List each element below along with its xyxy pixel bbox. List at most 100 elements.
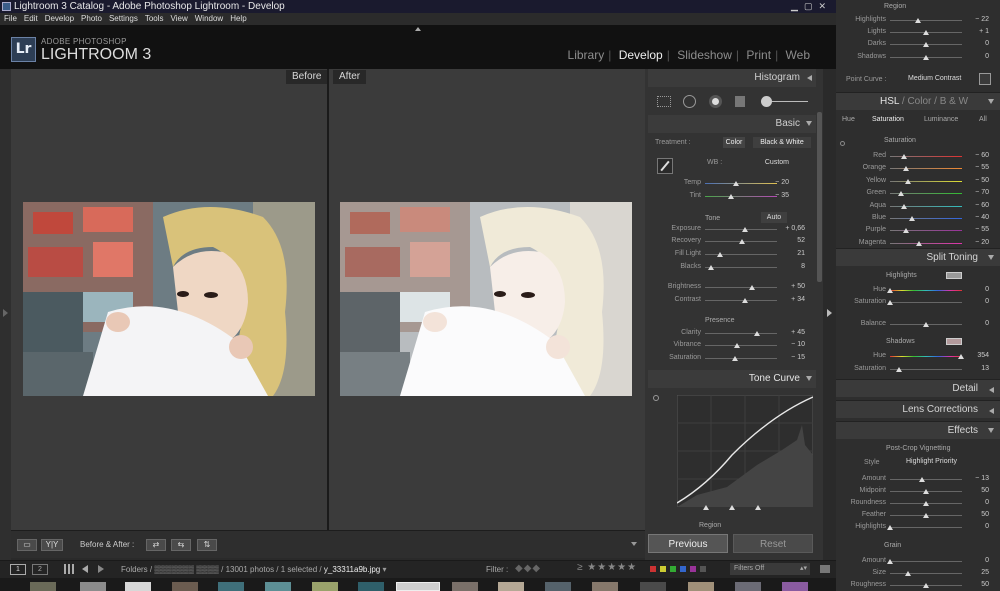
- loupe-view-button[interactable]: ▭: [17, 539, 37, 551]
- rc-highlights-slider-track[interactable]: [890, 20, 962, 21]
- contrast-slider-track[interactable]: [705, 300, 777, 301]
- film-thumb[interactable]: [265, 582, 291, 591]
- menu-help[interactable]: Help: [230, 14, 246, 23]
- monitor-1-button[interactable]: 1: [10, 564, 26, 575]
- balance-slider-thumb[interactable]: [923, 322, 929, 327]
- curve-split-1[interactable]: [703, 505, 709, 510]
- basic-header[interactable]: Basic: [648, 115, 816, 133]
- brightness-value[interactable]: + 50: [773, 283, 805, 290]
- module-web[interactable]: Web: [786, 48, 810, 62]
- highlights-swatch[interactable]: [946, 272, 962, 279]
- vibrance-slider-track[interactable]: [705, 345, 777, 346]
- feather-value[interactable]: 50: [957, 511, 989, 518]
- panel-scrollbar[interactable]: [817, 112, 822, 282]
- st-sat-slider-track[interactable]: [890, 302, 962, 303]
- point-curve-value[interactable]: Medium Contrast: [908, 75, 961, 82]
- film-thumb[interactable]: [498, 582, 524, 591]
- hsl-aqua-value[interactable]: − 60: [957, 202, 989, 209]
- g-amount-slider-track[interactable]: [890, 561, 962, 562]
- color-tab[interactable]: Color: [907, 96, 931, 107]
- tab-luminance[interactable]: Luminance: [924, 113, 958, 127]
- g-amount-slider-thumb[interactable]: [887, 559, 893, 564]
- rc-highlights-value[interactable]: − 22: [957, 16, 989, 23]
- back-arrow-icon[interactable]: [82, 565, 88, 573]
- st-hue-slider-thumb[interactable]: [887, 288, 893, 293]
- hsl-green-value[interactable]: − 70: [957, 189, 989, 196]
- saturation-slider-thumb[interactable]: [732, 356, 739, 361]
- saturation-value[interactable]: − 15: [773, 354, 805, 361]
- hsl-orange-slider-track[interactable]: [890, 168, 962, 170]
- g-size-value[interactable]: 25: [957, 569, 989, 576]
- recovery-slider-thumb[interactable]: [739, 239, 746, 244]
- fill-slider-track[interactable]: [705, 254, 777, 255]
- style-value[interactable]: Highlight Priority: [906, 458, 957, 465]
- film-thumb[interactable]: [782, 582, 808, 591]
- exposure-slider-thumb[interactable]: [741, 227, 748, 232]
- adjustment-brush-icon[interactable]: [761, 96, 772, 107]
- menu-window[interactable]: Window: [195, 14, 223, 23]
- flag-filter-icons[interactable]: ◆◆◆: [515, 563, 541, 574]
- film-thumb[interactable]: [80, 582, 106, 591]
- hsl-green-slider-thumb[interactable]: [897, 191, 904, 197]
- detail-header[interactable]: Detail: [836, 379, 1000, 397]
- hsl-orange-value[interactable]: − 55: [957, 164, 989, 171]
- star-rating-filter[interactable]: ≥ ★★★★★: [577, 562, 637, 573]
- g-rough-value[interactable]: 50: [957, 581, 989, 588]
- treatment-bw[interactable]: Black & White: [753, 137, 811, 148]
- lens-header[interactable]: Lens Corrections: [836, 400, 1000, 418]
- tone-curve-header[interactable]: Tone Curve: [648, 370, 816, 388]
- g-rough-slider-thumb[interactable]: [923, 583, 929, 588]
- hsl-purple-slider-track[interactable]: [890, 230, 962, 232]
- hsl-red-value[interactable]: − 60: [957, 152, 989, 159]
- effects-header[interactable]: Effects: [836, 421, 1000, 439]
- amount-slider-thumb[interactable]: [918, 477, 925, 482]
- copy-before-to-after-button[interactable]: ⇄: [146, 539, 166, 551]
- rc-lights-slider-thumb[interactable]: [923, 30, 929, 35]
- toolbar-menu-icon[interactable]: [631, 542, 637, 546]
- crop-tool-icon[interactable]: [657, 96, 671, 107]
- hsl-purple-value[interactable]: − 55: [957, 226, 989, 233]
- vibrance-value[interactable]: − 10: [773, 341, 805, 348]
- film-thumb[interactable]: [358, 582, 384, 591]
- rc-shadows-value[interactable]: 0: [957, 53, 989, 60]
- film-thumb[interactable]: [545, 582, 571, 591]
- hsl-magenta-slider-thumb[interactable]: [915, 240, 922, 246]
- shadows-swatch[interactable]: [946, 338, 962, 345]
- contrast-value[interactable]: + 34: [773, 296, 805, 303]
- tint-slider-thumb[interactable]: [727, 194, 734, 199]
- film-thumb-selected[interactable]: [396, 582, 440, 591]
- tab-all[interactable]: All: [979, 113, 987, 127]
- fill-slider-thumb[interactable]: [717, 252, 724, 257]
- module-develop[interactable]: Develop: [619, 48, 663, 62]
- amount-value[interactable]: − 13: [957, 475, 989, 482]
- midpoint-value[interactable]: 50: [957, 487, 989, 494]
- yy-view-button[interactable]: Y|Y: [41, 539, 63, 551]
- forward-arrow-icon[interactable]: [98, 565, 104, 573]
- red-eye-icon[interactable]: [709, 95, 722, 108]
- film-thumb[interactable]: [688, 582, 714, 591]
- tint-value[interactable]: − 35: [757, 192, 789, 199]
- swap-settings-button[interactable]: ⇅: [197, 539, 217, 551]
- window-controls[interactable]: ▁▢✕: [791, 0, 832, 13]
- film-thumb[interactable]: [125, 582, 151, 591]
- wb-value[interactable]: Custom: [755, 159, 789, 166]
- hsl-tab[interactable]: HSL: [880, 96, 899, 107]
- auto-tone-button[interactable]: Auto: [761, 212, 787, 223]
- monitor-2-button[interactable]: 2: [32, 564, 48, 575]
- tab-hue[interactable]: Hue: [842, 113, 855, 127]
- color-label-filter[interactable]: [650, 566, 720, 573]
- fill-value[interactable]: 21: [773, 250, 805, 257]
- menu-develop[interactable]: Develop: [45, 14, 74, 23]
- curve-split-2[interactable]: [729, 505, 735, 510]
- temp-value[interactable]: − 20: [757, 179, 789, 186]
- recovery-value[interactable]: 52: [773, 237, 805, 244]
- histogram-header[interactable]: Histogram: [648, 69, 816, 87]
- wb-eyedropper-icon[interactable]: [657, 158, 673, 174]
- vhighlights-slider-track[interactable]: [890, 527, 962, 528]
- g-amount-value[interactable]: 0: [957, 557, 989, 564]
- film-thumb[interactable]: [592, 582, 618, 591]
- blacks-slider-track[interactable]: [705, 267, 777, 268]
- point-curve-edit-icon[interactable]: [979, 73, 991, 85]
- film-thumb[interactable]: [452, 582, 478, 591]
- film-thumb[interactable]: [735, 582, 761, 591]
